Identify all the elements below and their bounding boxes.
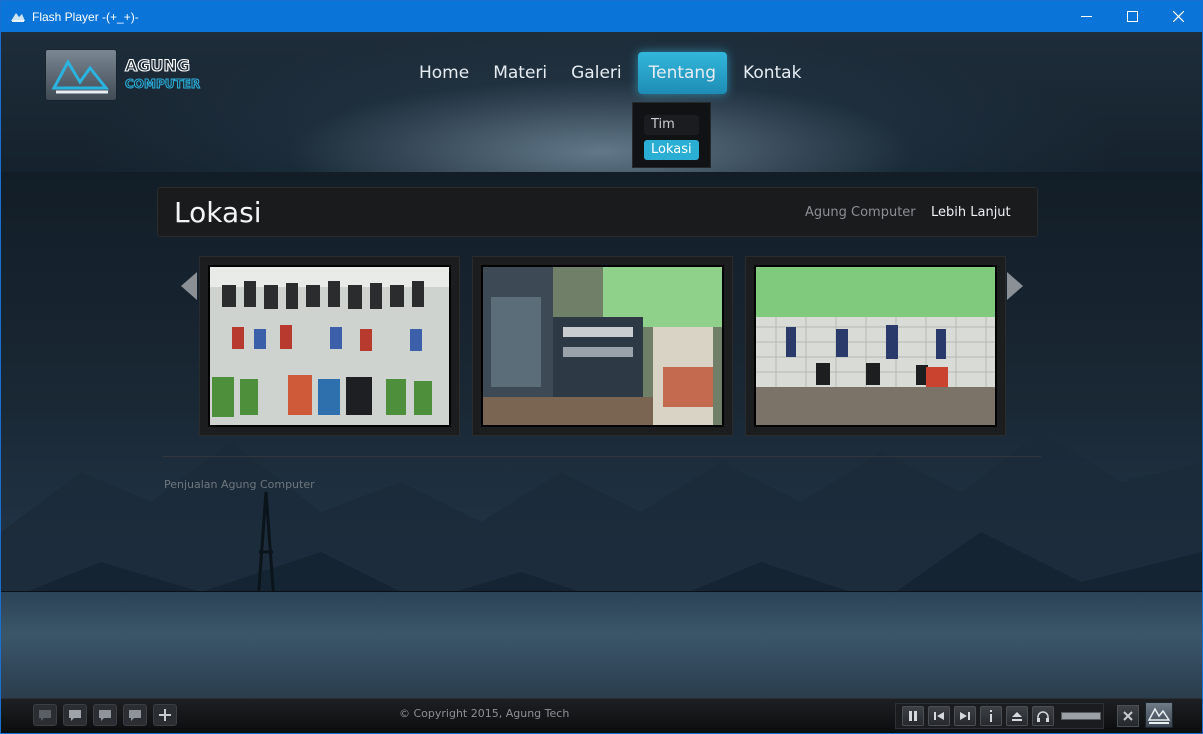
logo-line1: AGUNG: [125, 56, 190, 75]
close-toolbar-button[interactable]: [1117, 705, 1139, 727]
music-player-controls: [895, 703, 1104, 729]
photo-image: [483, 267, 722, 425]
info-icon: [990, 710, 992, 722]
toolbar-logo-button[interactable]: [1145, 702, 1173, 728]
close-icon: [1123, 711, 1133, 721]
chat-bubble-icon: [39, 710, 51, 721]
submenu-item-lokasi[interactable]: Lokasi: [644, 140, 699, 160]
lower-scenery: [1, 592, 1202, 698]
main-nav: Home Materi Galeri Tentang Kontak: [411, 52, 817, 94]
eject-icon: [1012, 712, 1022, 721]
add-button[interactable]: [153, 704, 177, 726]
skip-forward-icon: [960, 712, 970, 720]
skip-back-icon: [934, 712, 944, 720]
pause-button[interactable]: [902, 706, 924, 726]
submenu-item-tim[interactable]: Tim: [644, 115, 699, 135]
tentang-submenu: Tim Lokasi: [632, 102, 711, 168]
gallery-photo-3[interactable]: [745, 256, 1006, 436]
maximize-button[interactable]: [1109, 1, 1155, 32]
chat-button-2[interactable]: [63, 704, 87, 726]
pause-icon: [909, 711, 917, 721]
gallery-next-arrow-icon[interactable]: [1007, 272, 1023, 300]
photo-frame: [754, 265, 997, 427]
flash-stage: AGUNG COMPUTER Home Materi Galeri Tentan…: [1, 32, 1202, 698]
nav-galeri[interactable]: Galeri: [563, 52, 630, 94]
gallery-prev-arrow-icon[interactable]: [181, 272, 197, 300]
maximize-icon: [1126, 11, 1138, 22]
flash-player-window: Flash Player -(+_+)- AGUNG COMPUTER Home…: [0, 0, 1203, 734]
nav-kontak[interactable]: Kontak: [735, 52, 809, 94]
link-lebih-lanjut[interactable]: Lebih Lanjut: [931, 205, 1011, 220]
nav-tentang[interactable]: Tentang: [637, 52, 728, 94]
gallery-photo-2[interactable]: [472, 256, 733, 436]
logo-line2: COMPUTER: [125, 77, 200, 91]
gallery-caption: Penjualan Agung Computer: [164, 478, 315, 491]
logo-badge: [45, 49, 117, 101]
chat-button-3[interactable]: [93, 704, 117, 726]
nav-materi[interactable]: Materi: [485, 52, 555, 94]
app-logo-icon: [11, 12, 25, 22]
chat-bubble-icon: [129, 710, 141, 721]
logo-badge-icon: [1147, 707, 1171, 724]
photo-frame: [481, 265, 724, 427]
page-header-bar: Lokasi Agung Computer Lebih Lanjut: [157, 187, 1038, 237]
chat-button-1[interactable]: [33, 704, 57, 726]
window-title: Flash Player -(+_+)-: [32, 9, 139, 24]
bottom-toolbar: © Copyright 2015, Agung Tech: [1, 698, 1202, 733]
info-button[interactable]: [980, 706, 1002, 726]
headphones-icon: [1037, 710, 1049, 722]
content-divider: [163, 456, 1041, 457]
eject-button[interactable]: [1006, 706, 1028, 726]
close-icon: [1172, 11, 1184, 22]
title-bar: Flash Player -(+_+)-: [1, 1, 1202, 32]
chat-button-4[interactable]: [123, 704, 147, 726]
chat-bubble-icon: [99, 710, 111, 721]
gallery-photo-1[interactable]: [199, 256, 460, 436]
photo-image: [210, 267, 449, 425]
nav-home[interactable]: Home: [411, 52, 477, 94]
close-window-button[interactable]: [1155, 1, 1201, 32]
logo-wordmark: AGUNG COMPUTER: [124, 55, 200, 91]
logo-badge-icon: [51, 58, 110, 94]
page-title: Lokasi: [174, 196, 262, 229]
site-logo[interactable]: AGUNG COMPUTER: [45, 49, 245, 103]
photo-image: [756, 267, 995, 425]
previous-track-button[interactable]: [928, 706, 950, 726]
chat-bubble-icon: [69, 710, 81, 721]
plus-icon: [159, 709, 171, 721]
volume-slider[interactable]: [1061, 712, 1101, 720]
minimize-button[interactable]: [1063, 1, 1109, 32]
footer-copyright: © Copyright 2015, Agung Tech: [399, 707, 570, 720]
photo-frame: [208, 265, 451, 427]
next-track-button[interactable]: [954, 706, 976, 726]
link-agung-computer[interactable]: Agung Computer: [805, 205, 916, 220]
minimize-icon: [1080, 16, 1092, 17]
headphones-button[interactable]: [1032, 706, 1054, 726]
